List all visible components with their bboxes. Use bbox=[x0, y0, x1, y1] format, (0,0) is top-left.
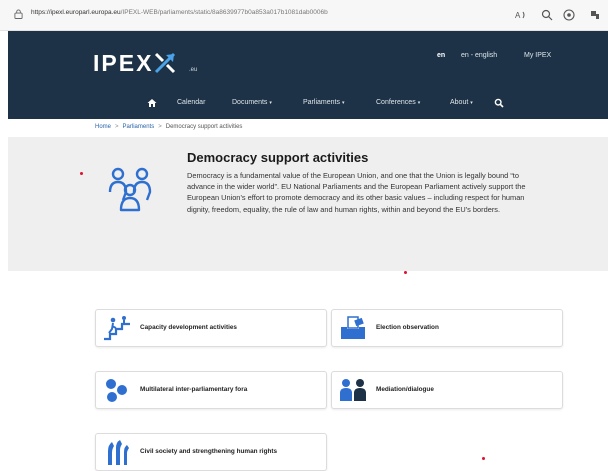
url-field[interactable]: https://ipexl.europarl.europa.eu/IPEXL-W… bbox=[31, 9, 471, 21]
zoom-icon[interactable] bbox=[540, 8, 554, 22]
chevron-down-icon: ▾ bbox=[417, 100, 421, 106]
hands-raised-icon bbox=[108, 440, 129, 465]
svg-text:A: A bbox=[515, 11, 521, 20]
red-marker-dot bbox=[404, 271, 407, 274]
home-icon[interactable] bbox=[147, 98, 157, 108]
card-capacity-development[interactable]: Capacity development activities bbox=[95, 309, 327, 347]
card-multilateral-fora[interactable]: Multilateral inter-parliamentary fora bbox=[95, 371, 327, 409]
people-group-icon bbox=[108, 167, 152, 212]
nav-documents[interactable]: Documents ▾ bbox=[232, 99, 272, 111]
nav-about[interactable]: About ▾ bbox=[450, 99, 473, 111]
breadcrumb-parliaments[interactable]: Parliaments bbox=[123, 124, 155, 130]
nav-label: Parliaments bbox=[303, 99, 340, 106]
url-host: https://ipexl.europarl.europa.eu bbox=[31, 9, 121, 16]
card-election-observation[interactable]: Election observation bbox=[331, 309, 563, 347]
chevron-down-icon: ▾ bbox=[269, 100, 272, 106]
breadcrumb-current: Democracy support activities bbox=[165, 124, 243, 130]
language-code[interactable]: en bbox=[437, 52, 445, 59]
nav-label: Calendar bbox=[177, 99, 206, 106]
nav-conferences[interactable]: Conferences ▾ bbox=[376, 99, 420, 111]
card-label: Multilateral inter-parliamentary fora bbox=[140, 386, 248, 393]
search-icon[interactable] bbox=[494, 98, 504, 108]
breadcrumb-separator: > bbox=[115, 124, 119, 130]
card-label: Mediation/dialogue bbox=[376, 386, 434, 393]
nav-label: About bbox=[450, 99, 469, 106]
card-civil-society[interactable]: Civil society and strengthening human ri… bbox=[95, 433, 327, 471]
logo-arrows-icon bbox=[154, 52, 176, 74]
browser-address-bar: https://ipexl.europarl.europa.eu/IPEXL-W… bbox=[0, 0, 608, 31]
card-label: Election observation bbox=[376, 324, 439, 331]
breadcrumb-separator: > bbox=[158, 124, 162, 130]
red-marker-dot bbox=[80, 172, 83, 175]
favorites-icon[interactable] bbox=[562, 8, 576, 22]
page-title: Democracy support activities bbox=[187, 150, 369, 165]
language-selector[interactable]: en - english bbox=[461, 52, 497, 59]
nav-calendar[interactable]: Calendar bbox=[177, 99, 205, 111]
chevron-down-icon: ▾ bbox=[470, 100, 473, 106]
chevron-down-icon: ▾ bbox=[341, 100, 345, 106]
nav-parliaments[interactable]: Parliaments ▾ bbox=[303, 99, 344, 111]
red-marker-dot bbox=[482, 457, 485, 460]
breadcrumb-home[interactable]: Home bbox=[95, 124, 111, 130]
card-label: Civil society and strengthening human ri… bbox=[140, 448, 278, 455]
nav-label: Documents bbox=[232, 99, 268, 106]
my-ipex-link[interactable]: My IPEX bbox=[524, 52, 551, 59]
extensions-icon[interactable] bbox=[588, 8, 602, 22]
logo-suffix: .eu bbox=[189, 67, 198, 73]
ipex-logo[interactable]: IPEX bbox=[93, 50, 153, 78]
stairs-climb-icon bbox=[104, 316, 130, 341]
read-aloud-icon[interactable]: A bbox=[514, 8, 528, 22]
breadcrumb: Home > Parliaments > Democracy support activ… bbox=[95, 124, 242, 130]
url-path: /IPEXL-WEB/parliaments/static/8a8639977b… bbox=[120, 9, 328, 16]
card-mediation-dialogue[interactable]: Mediation/dialogue bbox=[331, 371, 563, 409]
lock-icon bbox=[14, 9, 23, 19]
dialogue-people-icon bbox=[340, 379, 366, 401]
network-circles-icon bbox=[106, 379, 127, 402]
ballot-box-icon bbox=[341, 316, 365, 339]
card-label: Capacity development activities bbox=[140, 324, 237, 331]
nav-label: Conferences bbox=[376, 99, 416, 106]
intro-paragraph: Democracy is a fundamental value of the … bbox=[187, 171, 526, 214]
